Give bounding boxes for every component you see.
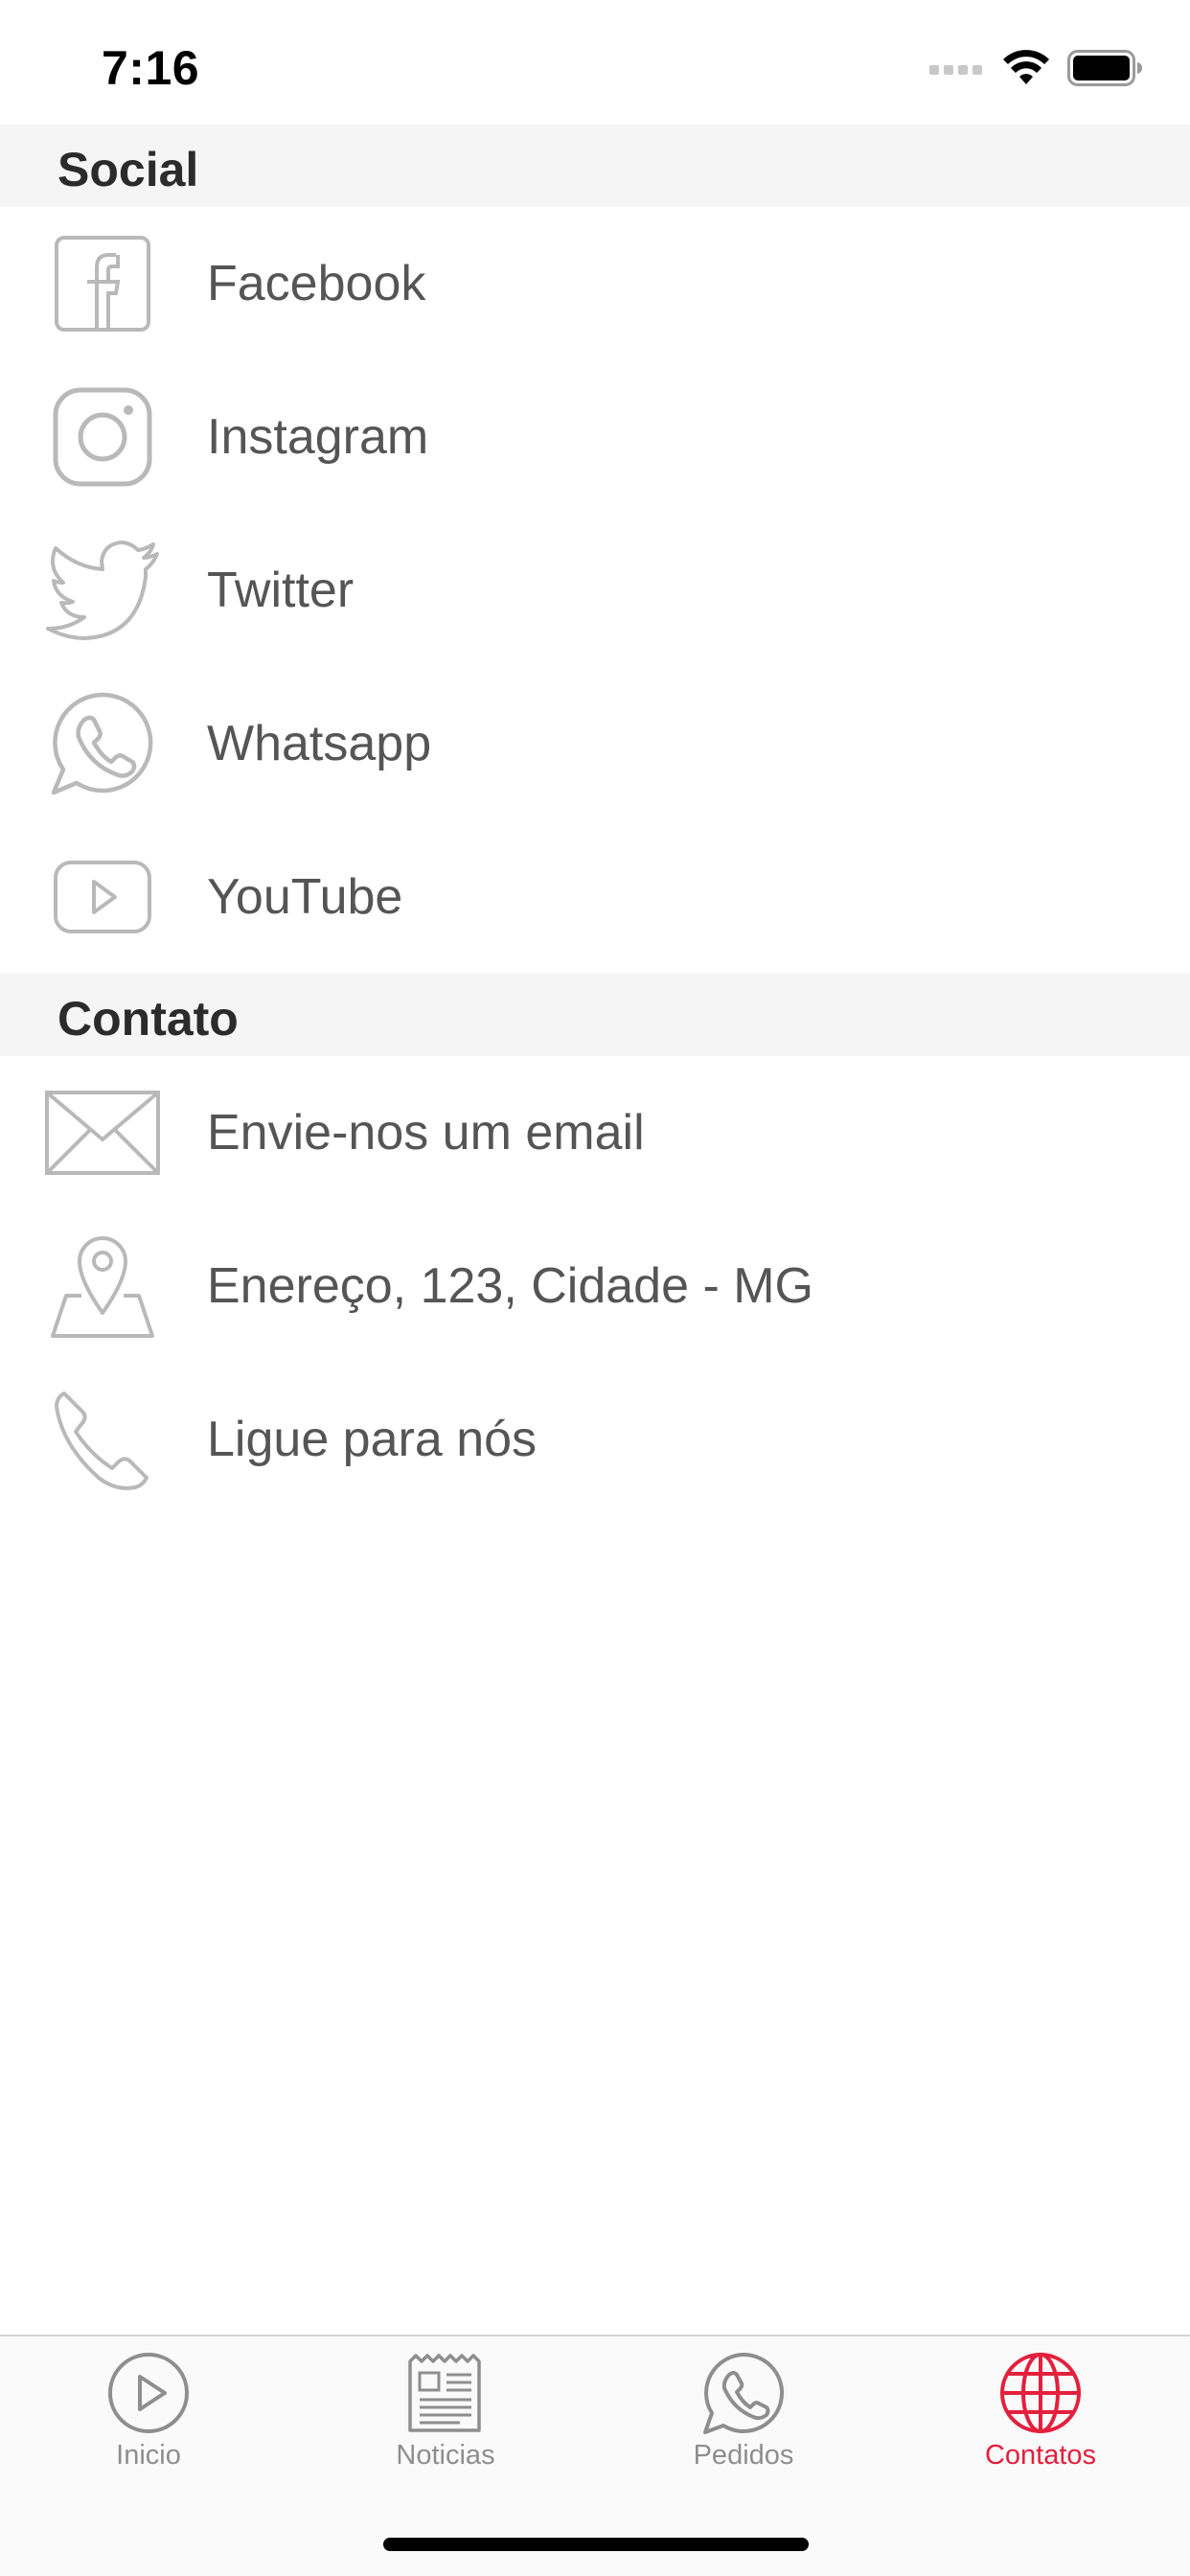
wifi-icon	[1003, 50, 1049, 84]
home-indicator	[383, 2538, 809, 2551]
battery-icon	[1067, 50, 1142, 86]
social-label-instagram: Instagram	[207, 409, 429, 465]
section-header-contato: Contato	[0, 974, 1190, 1056]
tab-contatos[interactable]: Contatos	[892, 2336, 1189, 2490]
contact-label-phone: Ligue para nós	[207, 1412, 538, 1467]
contact-item-email[interactable]: Envie-nos um email	[0, 1056, 1190, 1209]
play-circle-icon	[108, 2353, 189, 2433]
tab-label-contatos: Contatos	[984, 2440, 1097, 2471]
tab-inicio[interactable]: Inicio	[0, 2336, 297, 2490]
youtube-icon	[42, 843, 163, 951]
social-label-youtube: YouTube	[207, 869, 403, 925]
social-item-youtube[interactable]: YouTube	[0, 820, 1190, 974]
social-label-facebook: Facebook	[207, 256, 426, 311]
twitter-icon	[42, 537, 163, 644]
envelope-icon	[42, 1079, 163, 1186]
tab-noticias[interactable]: Noticias	[297, 2336, 594, 2490]
whatsapp-icon	[703, 2353, 785, 2434]
status-indicators	[929, 50, 1144, 86]
whatsapp-icon	[42, 690, 163, 797]
social-item-whatsapp[interactable]: Whatsapp	[0, 667, 1190, 820]
social-item-facebook[interactable]: Facebook	[0, 207, 1190, 360]
contact-label-email: Envie-nos um email	[207, 1105, 645, 1161]
map-pin-icon	[42, 1232, 163, 1340]
social-item-twitter[interactable]: Twitter	[0, 514, 1190, 667]
globe-icon	[1000, 2353, 1081, 2433]
social-label-twitter: Twitter	[207, 563, 355, 618]
contact-label-address: Enereço, 123, Cidade - MG	[207, 1258, 813, 1314]
facebook-icon	[42, 230, 163, 337]
tab-label-inicio: Inicio	[116, 2440, 181, 2471]
tab-pedidos[interactable]: Pedidos	[595, 2336, 892, 2490]
section-title-social: Social	[57, 143, 199, 196]
signal-icon	[929, 65, 982, 75]
social-label-whatsapp: Whatsapp	[207, 716, 432, 771]
status-time: 7:16	[102, 41, 200, 95]
section-header-social: Social	[0, 125, 1190, 207]
contact-item-phone[interactable]: Ligue para nós	[0, 1363, 1190, 1516]
section-title-contato: Contato	[57, 992, 239, 1046]
contacts-screen: 7:16 Social Facebook Instagram Twitter W…	[0, 0, 1190, 2576]
tab-label-pedidos: Pedidos	[693, 2440, 794, 2471]
phone-icon	[42, 1386, 163, 1493]
tab-label-noticias: Noticias	[396, 2440, 495, 2471]
contact-item-address[interactable]: Enereço, 123, Cidade - MG	[0, 1209, 1190, 1363]
social-item-instagram[interactable]: Instagram	[0, 360, 1190, 514]
status-bar: 7:16	[0, 0, 1190, 125]
newspaper-icon	[408, 2354, 481, 2432]
instagram-icon	[42, 383, 163, 491]
